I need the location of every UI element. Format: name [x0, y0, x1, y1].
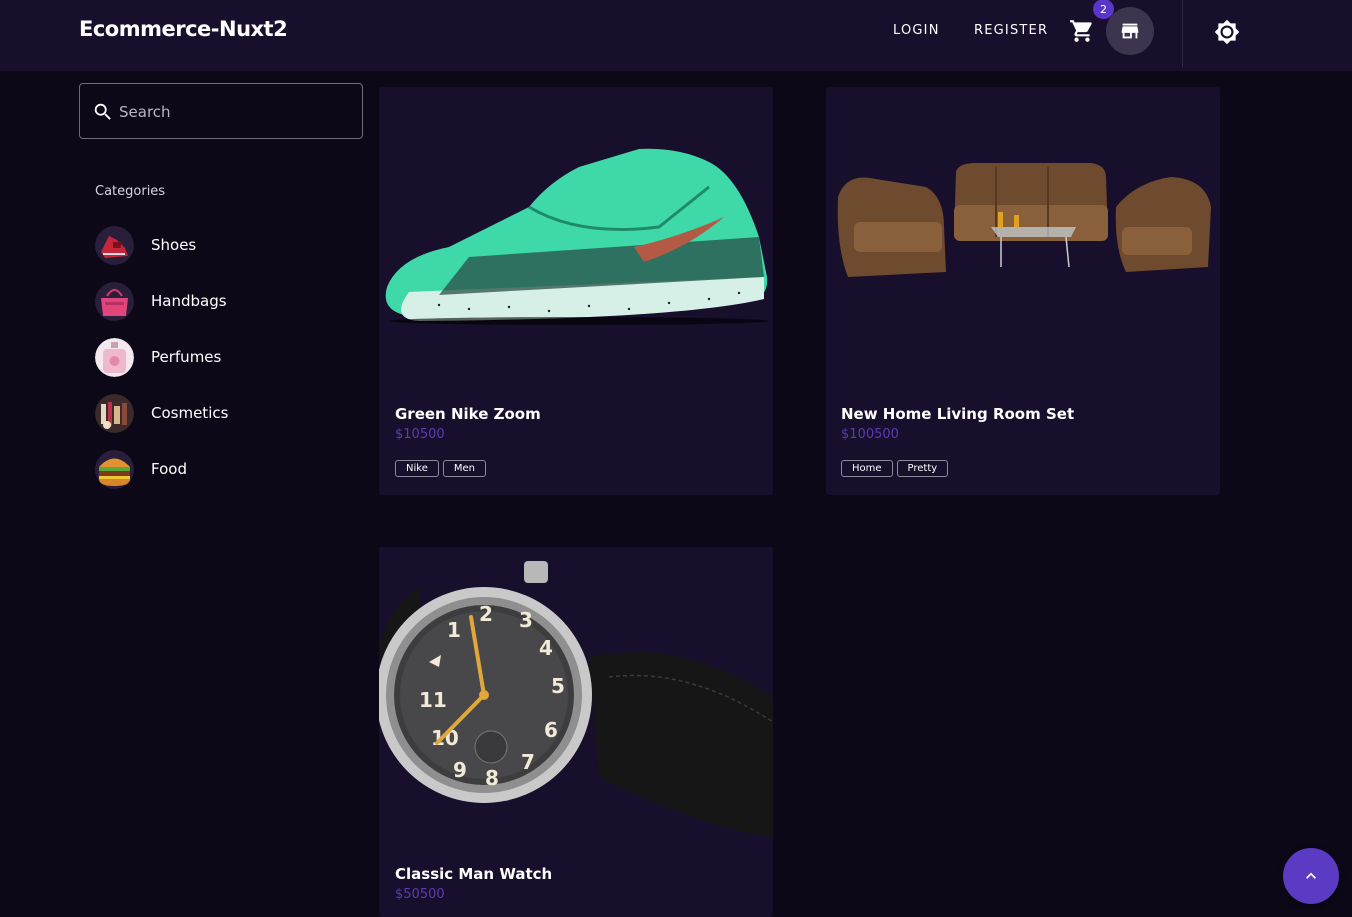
login-link[interactable]: LOGIN [893, 23, 940, 38]
product-price: $10500 [395, 427, 445, 442]
product-card[interactable]: New Home Living Room Set $100500 Home Pr… [826, 87, 1220, 495]
product-card[interactable]: Green Nike Zoom $10500 Nike Men [379, 87, 773, 495]
svg-text:9: 9 [453, 758, 467, 782]
category-thumbnail [95, 281, 134, 321]
top-app-bar: Ecommerce-Nuxt2 LOGIN REGISTER 2 [0, 0, 1352, 71]
svg-text:2: 2 [479, 602, 493, 626]
category-item-shoes[interactable]: Shoes [95, 225, 355, 265]
cart-button[interactable] [1069, 18, 1095, 44]
chevron-up-icon [1306, 872, 1316, 879]
category-label: Shoes [151, 236, 197, 254]
svg-text:5: 5 [551, 674, 565, 698]
theme-toggle-button[interactable] [1214, 19, 1240, 45]
svg-text:7: 7 [521, 750, 535, 774]
tag-chip[interactable]: Men [442, 460, 486, 477]
category-thumbnail [95, 449, 134, 489]
category-item-perfumes[interactable]: Perfumes [95, 337, 355, 377]
product-price: $50500 [395, 887, 445, 902]
category-thumbnail [95, 225, 134, 265]
brightness-icon [1214, 19, 1240, 45]
cart-icon [1070, 20, 1092, 42]
search-icon [94, 103, 111, 120]
store-icon [1121, 23, 1139, 39]
store-button[interactable] [1106, 7, 1154, 55]
svg-text:8: 8 [485, 766, 499, 790]
category-item-handbags[interactable]: Handbags [95, 281, 355, 321]
category-label: Cosmetics [151, 404, 229, 422]
product-tags: Home Pretty [841, 460, 949, 477]
category-item-cosmetics[interactable]: Cosmetics [95, 393, 355, 433]
tag-chip[interactable]: Home [841, 460, 893, 477]
header-divider [1182, 0, 1183, 67]
scroll-top-button[interactable] [1283, 848, 1339, 904]
product-image-watch: 2 3 4 5 6 7 8 9 10 11 1 [379, 547, 773, 847]
svg-text:4: 4 [539, 636, 553, 660]
categories-heading: Categories [95, 184, 166, 199]
category-thumbnail [95, 337, 134, 377]
product-title[interactable]: Classic Man Watch [395, 865, 552, 883]
register-link[interactable]: REGISTER [974, 23, 1048, 38]
brand-title[interactable]: Ecommerce-Nuxt2 [79, 17, 288, 41]
product-title[interactable]: New Home Living Room Set [841, 405, 1074, 423]
search-field[interactable] [79, 83, 363, 139]
search-input[interactable] [119, 98, 349, 126]
svg-text:11: 11 [419, 688, 447, 712]
category-label: Food [151, 460, 187, 478]
category-item-food[interactable]: Food [95, 449, 355, 489]
svg-text:1: 1 [447, 618, 461, 642]
svg-text:6: 6 [544, 718, 558, 742]
category-thumbnail [95, 393, 134, 433]
product-price: $100500 [841, 427, 899, 442]
product-card[interactable]: 2 3 4 5 6 7 8 9 10 11 1 Classic Man Watc… [379, 547, 773, 917]
product-tags: Nike Men [395, 460, 486, 477]
tag-chip[interactable]: Pretty [896, 460, 949, 477]
category-label: Handbags [151, 292, 227, 310]
product-title[interactable]: Green Nike Zoom [395, 405, 541, 423]
product-image-sofa-set [826, 87, 1220, 387]
category-label: Perfumes [151, 348, 222, 366]
product-image-shoe [379, 87, 773, 387]
tag-chip[interactable]: Nike [395, 460, 439, 477]
svg-text:10: 10 [431, 726, 459, 750]
svg-text:3: 3 [519, 608, 533, 632]
